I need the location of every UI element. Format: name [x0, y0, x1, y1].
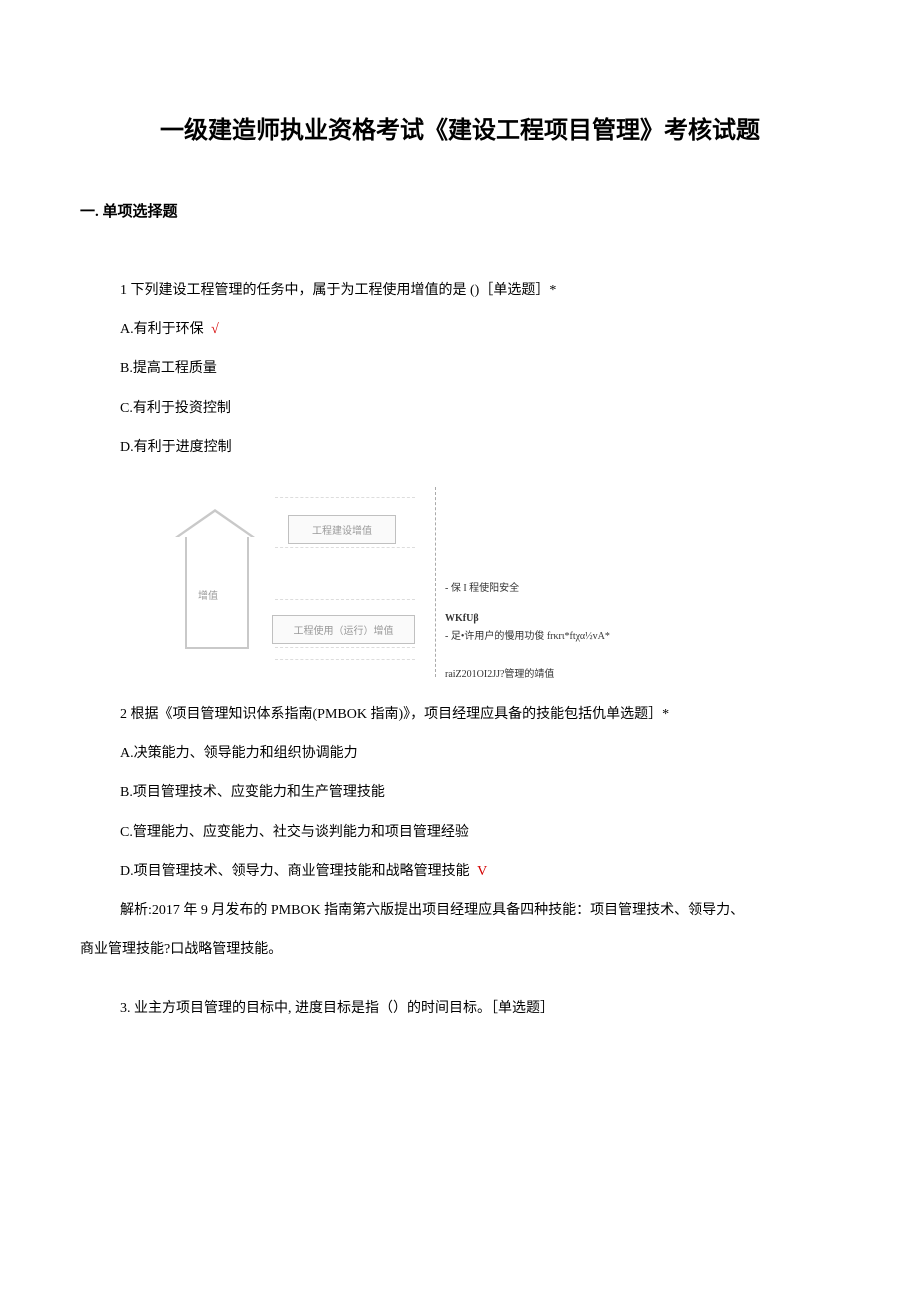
- q2-analysis-line1: 解析:2017 年 9 月发布的 PMBOK 指南第六版提出项目经理应具备四种技…: [80, 891, 840, 930]
- q2-option-c: C.管理能力、应变能力、社交与谈判能力和项目管理经验: [80, 813, 840, 852]
- q2-opt-d-text: D.项目管理技术、领导力、商业管理技能和战略管理技能: [120, 864, 470, 879]
- diagram-note-1: - 保 I 程使阳安全: [445, 579, 519, 594]
- q1-option-a: A.有利于环保 √: [80, 310, 840, 349]
- q2-analysis-line2: 商业管理技能?口战略管理技能。: [80, 930, 840, 969]
- question-2: 2 根据《项目管理知识体系指南(PMBOK 指南)》，项目经理应具备的技能包括仇…: [80, 695, 840, 969]
- check-mark-icon: V: [477, 864, 487, 879]
- value-diagram: 增值 工程建设增值 工程使用（运行）增值 - 保 I 程使阳安全 WKfUβ -…: [180, 487, 660, 677]
- faded-line: [275, 497, 415, 499]
- q1-text: 1 下列建设工程管理的任务中，属于为工程使用增值的是 ()［单选题］*: [80, 271, 840, 310]
- q1-option-d: D.有利于进度控制: [80, 428, 840, 467]
- diagram-note-3: raiZ201OI2JJ?管理的靖值: [445, 665, 554, 680]
- check-mark-icon: √: [211, 322, 219, 337]
- q2-option-b: B.项目管理技术、应变能力和生产管理技能: [80, 773, 840, 812]
- faded-line: [275, 659, 415, 661]
- q3-text: 3. 业主方项目管理的目标中, 进度目标是指（）的时间目标。［单选题］: [80, 989, 840, 1028]
- page-title: 一级建造师执业资格考试《建设工程项目管理》考核试题: [80, 110, 840, 145]
- faded-line: [275, 599, 415, 601]
- arrow-label: 增值: [198, 587, 218, 602]
- diagram-note-2a: WKfUβ: [445, 613, 479, 624]
- q1-option-b: B.提高工程质量: [80, 349, 840, 388]
- q2-option-a: A.决策能力、领导能力和组织协调能力: [80, 734, 840, 773]
- diagram-box-usage: 工程使用（运行）增值: [272, 615, 415, 644]
- faded-line: [275, 547, 415, 549]
- q1-opt-a-text: A.有利于环保: [120, 322, 204, 337]
- diagram-note-2b: - 足•许用户的慢用功俊 frκrι*ftχα½vA*: [445, 627, 610, 642]
- question-1: 1 下列建设工程管理的任务中，属于为工程使用增值的是 ()［单选题］* A.有利…: [80, 271, 840, 467]
- faded-line: [275, 647, 415, 649]
- question-3: 3. 业主方项目管理的目标中, 进度目标是指（）的时间目标。［单选题］: [80, 989, 840, 1028]
- vertical-divider: [435, 487, 436, 677]
- document-page: 一级建造师执业资格考试《建设工程项目管理》考核试题 一. 单项选择题 1 下列建…: [0, 0, 920, 1108]
- q2-option-d: D.项目管理技术、领导力、商业管理技能和战略管理技能 V: [80, 852, 840, 891]
- q2-text: 2 根据《项目管理知识体系指南(PMBOK 指南)》，项目经理应具备的技能包括仇…: [80, 695, 840, 734]
- section-heading: 一. 单项选择题: [80, 200, 840, 221]
- diagram-box-construction: 工程建设增值: [288, 515, 396, 544]
- q1-option-c: C.有利于投资控制: [80, 389, 840, 428]
